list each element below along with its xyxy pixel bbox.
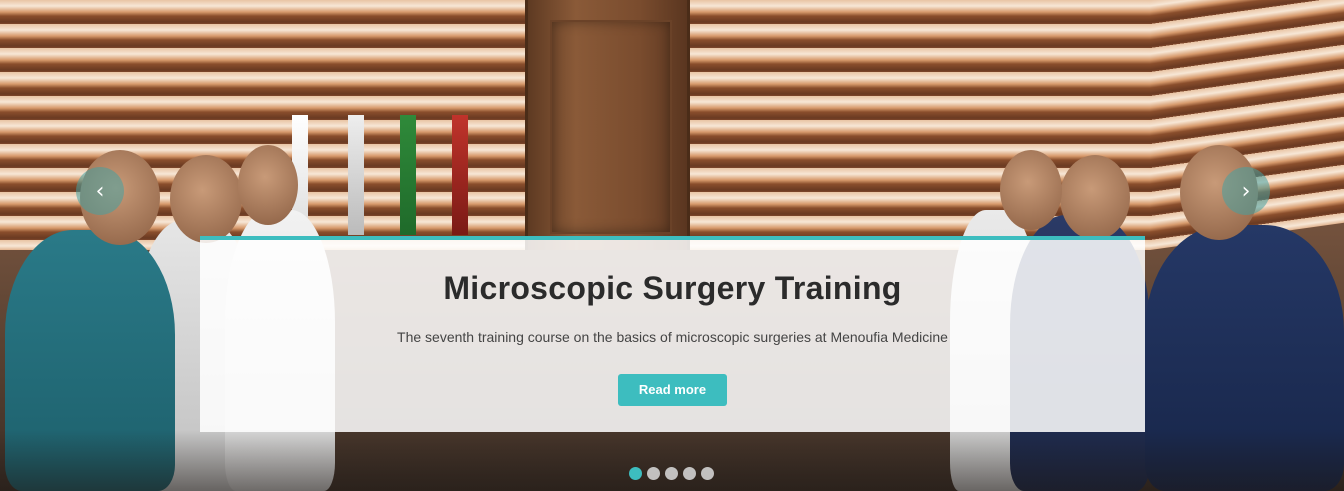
carousel-indicator[interactable] xyxy=(665,467,678,480)
carousel-prev-button[interactable]: ‹ xyxy=(76,167,124,215)
carousel-indicator[interactable] xyxy=(629,467,642,480)
carousel-indicators xyxy=(629,467,714,480)
slide-caption: Microscopic Surgery Training The seventh… xyxy=(200,236,1145,432)
slide-title: Microscopic Surgery Training xyxy=(443,270,902,306)
carousel-indicator[interactable] xyxy=(701,467,714,480)
carousel-indicator[interactable] xyxy=(647,467,660,480)
carousel-indicator[interactable] xyxy=(683,467,696,480)
chevron-left-icon: ‹ xyxy=(95,178,105,204)
read-more-button[interactable]: Read more xyxy=(618,374,727,406)
hero-carousel: ‹ › Microscopic Surgery Training The sev… xyxy=(0,0,1344,491)
chevron-right-icon: › xyxy=(1241,178,1251,204)
slide-subtitle: The seventh training course on the basic… xyxy=(397,329,948,345)
carousel-next-button[interactable]: › xyxy=(1222,167,1270,215)
